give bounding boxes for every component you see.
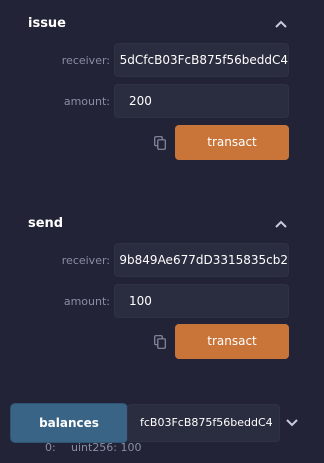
issue-transact-button[interactable]: transact bbox=[175, 125, 289, 160]
copy-icon[interactable] bbox=[154, 335, 166, 349]
balances-button[interactable]: balances bbox=[11, 404, 127, 442]
send-amount-label: amount: bbox=[63, 295, 110, 308]
issue-receiver-label: receiver: bbox=[61, 54, 110, 67]
issue-amount-input[interactable]: 200 bbox=[114, 84, 289, 118]
send-amount-input[interactable]: 100 bbox=[114, 284, 289, 318]
chevron-up-icon[interactable] bbox=[274, 217, 288, 231]
output-index: 0: bbox=[45, 441, 56, 454]
chevron-up-icon[interactable] bbox=[274, 17, 288, 31]
issue-section-title: issue bbox=[28, 16, 67, 31]
output-value: uint256: 100 bbox=[71, 441, 142, 454]
copy-icon[interactable] bbox=[154, 136, 166, 150]
send-receiver-input[interactable]: 9b849Ae677dD3315835cb2 bbox=[114, 243, 289, 277]
chevron-down-icon[interactable] bbox=[285, 416, 299, 430]
issue-amount-label: amount: bbox=[63, 95, 110, 108]
send-section-title: send bbox=[28, 216, 64, 231]
issue-receiver-input[interactable]: 5dCfcB03FcB875f56beddC4 bbox=[114, 43, 289, 77]
balances-address-input[interactable]: fcB03FcB875f56beddC4 bbox=[127, 404, 280, 442]
send-receiver-label: receiver: bbox=[61, 254, 110, 267]
send-transact-button[interactable]: transact bbox=[175, 324, 289, 359]
